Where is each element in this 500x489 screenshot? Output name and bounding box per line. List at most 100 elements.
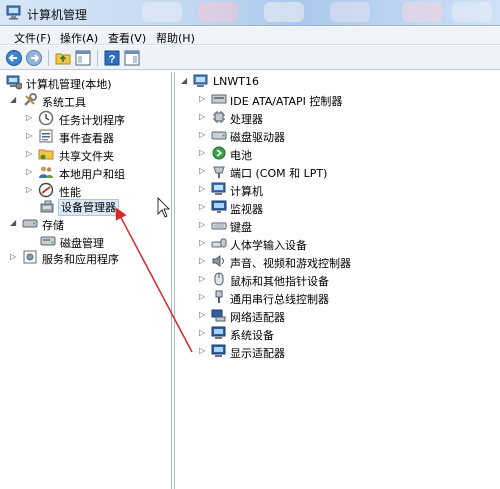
expanded-arrow-icon[interactable]: ◢ (181, 76, 189, 86)
tree-node-storage[interactable]: ◢ 存储 (10, 215, 160, 232)
device-category[interactable]: ▷ IDE ATA/ATAPI 控制器 (199, 91, 489, 108)
network-adapter-icon (211, 309, 226, 322)
tree-node-label: 计算机管理(本地) (26, 78, 112, 91)
forward-icon[interactable] (25, 49, 43, 67)
computer-icon (193, 74, 208, 87)
collapsed-arrow-icon[interactable]: ▷ (199, 166, 207, 176)
device-category[interactable]: ▷ 磁盘驱动器 (199, 127, 489, 144)
device-category-label: 监视器 (230, 203, 263, 216)
device-category[interactable]: ▷ 显示适配器 (199, 343, 489, 360)
tree-node-system-tools[interactable]: ◢ 系统工具 (10, 92, 160, 109)
tree-node-label: 共享文件夹 (59, 150, 114, 163)
tree-node-device-manager[interactable]: 设备管理器 (38, 199, 168, 216)
tree-node-label: 性能 (59, 186, 81, 199)
expanded-arrow-icon[interactable]: ◢ (10, 95, 18, 105)
menu-view[interactable]: 查看(V) (108, 30, 146, 46)
collapsed-arrow-icon[interactable]: ▷ (199, 202, 207, 212)
tree-node-performance[interactable]: ▷ 性能 (26, 182, 166, 199)
tree-node-label: 存储 (42, 219, 64, 232)
window-title: 计算机管理 (27, 8, 88, 22)
tree-node-computer-management[interactable]: 计算机管理(本地) (4, 74, 164, 91)
collapsed-arrow-icon[interactable]: ▷ (10, 252, 18, 262)
collapsed-arrow-icon[interactable]: ▷ (199, 256, 207, 266)
device-category-label: 鼠标和其他指针设备 (230, 275, 329, 288)
tree-node-label: 任务计划程序 (59, 114, 125, 127)
tree-node-disk-management[interactable]: 磁盘管理 (38, 233, 168, 250)
collapsed-arrow-icon[interactable]: ▷ (199, 274, 207, 284)
tree-node-event-viewer[interactable]: ▷ 事件查看器 (26, 128, 166, 145)
sound-icon (212, 255, 224, 267)
tree-node-services-applications[interactable]: ▷ 服务和应用程序 (10, 249, 165, 266)
collapsed-arrow-icon[interactable]: ▷ (26, 131, 34, 141)
device-category[interactable]: ▷ 通用串行总线控制器 (199, 289, 489, 306)
device-category[interactable]: ▷ 人体学输入设备 (199, 235, 489, 252)
disk-management-icon (40, 236, 56, 246)
toolbar-separator (97, 50, 98, 66)
device-category[interactable]: ▷ 监视器 (199, 199, 489, 216)
collapsed-arrow-icon[interactable]: ▷ (199, 328, 207, 338)
tree-node-local-users-groups[interactable]: ▷ 本地用户和组 (26, 164, 166, 181)
collapsed-arrow-icon[interactable]: ▷ (199, 130, 207, 140)
show-hide-tree-icon[interactable] (74, 49, 92, 67)
collapsed-arrow-icon[interactable]: ▷ (199, 220, 207, 230)
collapsed-arrow-icon[interactable]: ▷ (26, 185, 34, 195)
collapsed-arrow-icon[interactable]: ▷ (199, 292, 207, 302)
device-category[interactable]: ▷ 鼠标和其他指针设备 (199, 271, 489, 288)
collapsed-arrow-icon[interactable]: ▷ (199, 148, 207, 158)
console-tree[interactable]: 计算机管理(本地) ◢ 系统工具 ▷ 任务计划程序 ▷ 事件查看器 ▷ 共享文件… (0, 72, 172, 489)
performance-icon (38, 182, 54, 198)
device-category-label: 端口 (COM 和 LPT) (230, 167, 328, 180)
taskbar-thumbnail (264, 2, 304, 22)
device-category-label: 磁盘驱动器 (230, 131, 285, 144)
collapsed-arrow-icon[interactable]: ▷ (199, 238, 207, 248)
tree-node-label: 服务和应用程序 (42, 253, 119, 266)
disk-drive-icon (211, 131, 227, 140)
device-category-label: 计算机 (230, 185, 263, 198)
collapsed-arrow-icon[interactable]: ▷ (199, 94, 207, 104)
menu-help[interactable]: 帮助(H) (156, 30, 195, 46)
device-category-label: 电池 (230, 149, 252, 162)
device-category-label: 处理器 (230, 113, 263, 126)
menu-bar: 文件(F) 操作(A) 查看(V) 帮助(H) (0, 27, 500, 45)
back-icon[interactable] (5, 49, 23, 67)
device-category[interactable]: ▷ 计算机 (199, 181, 489, 198)
collapsed-arrow-icon[interactable]: ▷ (199, 346, 207, 356)
expanded-arrow-icon[interactable]: ◢ (10, 218, 18, 228)
device-category[interactable]: ▷ 处理器 (199, 109, 489, 126)
computer-manage-icon (6, 5, 21, 20)
svg-text:?: ? (109, 54, 116, 66)
device-category-label: 显示适配器 (230, 347, 285, 360)
device-category[interactable]: ▷ 键盘 (199, 217, 489, 234)
computer-icon (211, 182, 226, 195)
help-icon[interactable]: ? (103, 49, 121, 67)
tree-node-label: 本地用户和组 (59, 168, 125, 181)
device-category-label: 网络适配器 (230, 311, 285, 324)
device-list[interactable]: ◢ LNWT16 ▷ IDE ATA/ATAPI 控制器 ▷ 处理器 ▷ 磁盘驱… (174, 72, 500, 489)
device-root-label: LNWT16 (213, 75, 259, 88)
up-folder-icon[interactable] (54, 49, 72, 67)
port-icon (213, 166, 225, 178)
menu-file[interactable]: 文件(F) (14, 30, 51, 46)
taskbar-thumbnail (330, 2, 370, 22)
tree-node-task-scheduler[interactable]: ▷ 任务计划程序 (26, 110, 166, 127)
toolbar-separator (48, 50, 49, 66)
taskbar-thumbnail (198, 2, 238, 22)
action-pane-icon[interactable] (123, 49, 141, 67)
tree-node-shared-folders[interactable]: ▷ 共享文件夹 (26, 146, 166, 163)
device-category[interactable]: ▷ 端口 (COM 和 LPT) (199, 163, 489, 180)
menu-action[interactable]: 操作(A) (60, 30, 98, 46)
toolbar: ? (0, 46, 500, 70)
collapsed-arrow-icon[interactable]: ▷ (26, 113, 34, 123)
device-category[interactable]: ▷ 系统设备 (199, 325, 489, 342)
device-category[interactable]: ▷ 网络适配器 (199, 307, 489, 324)
device-category[interactable]: ▷ 声音、视频和游戏控制器 (199, 253, 489, 270)
collapsed-arrow-icon[interactable]: ▷ (199, 112, 207, 122)
collapsed-arrow-icon[interactable]: ▷ (199, 310, 207, 320)
device-root[interactable]: ◢ LNWT16 (181, 73, 381, 90)
collapsed-arrow-icon[interactable]: ▷ (199, 184, 207, 194)
collapsed-arrow-icon[interactable]: ▷ (26, 149, 34, 159)
collapsed-arrow-icon[interactable]: ▷ (26, 167, 34, 177)
device-category-label: 键盘 (230, 221, 252, 234)
device-category[interactable]: ▷ 电池 (199, 145, 489, 162)
clock-icon (38, 110, 54, 126)
